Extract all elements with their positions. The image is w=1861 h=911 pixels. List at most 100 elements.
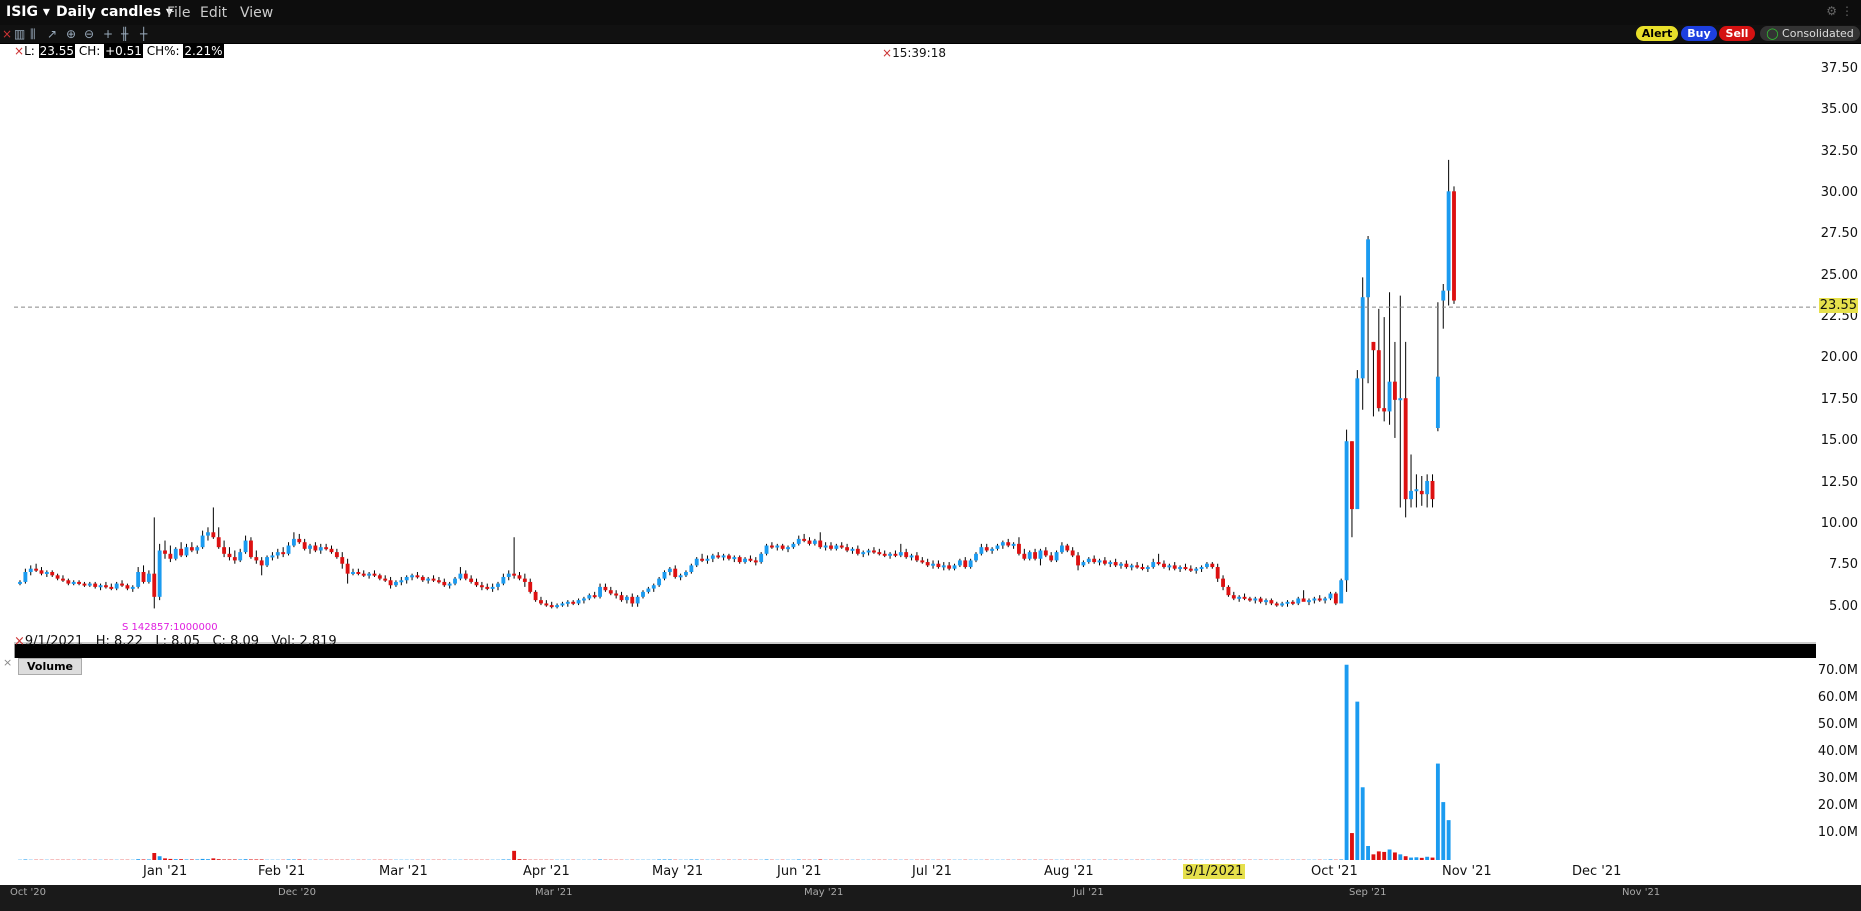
candle-body — [1151, 562, 1156, 568]
candle-body — [388, 580, 393, 586]
exchange-selector[interactable]: ◯ Consolidated — [1760, 26, 1860, 41]
candle-body — [1307, 600, 1311, 603]
candle-body — [308, 545, 312, 549]
candle-body — [1145, 567, 1150, 570]
close-info-icon[interactable]: × — [14, 44, 24, 58]
candle-body — [1162, 563, 1166, 568]
volume-bar — [1382, 851, 1387, 860]
candle-body — [904, 552, 909, 558]
symbol-label: ISIG — [6, 4, 38, 20]
candle-body — [528, 581, 533, 592]
bar-chart-icon[interactable]: ⫼ — [30, 27, 36, 42]
quote-info: ×L: 23.55 CH: +0.51 CH%: 2.21% — [14, 44, 224, 60]
navigator-tick-label: Mar '21 — [535, 887, 573, 898]
time-tick-label: Mar '21 — [379, 864, 428, 879]
alert-button[interactable]: Alert — [1636, 26, 1678, 41]
candle-body — [1387, 381, 1392, 412]
candle-body — [1452, 191, 1456, 301]
close-label: C: — [212, 634, 226, 649]
buy-button[interactable]: Buy — [1681, 26, 1717, 41]
volume-bar — [1387, 849, 1392, 860]
ohlc-icon[interactable]: ┼ — [140, 27, 147, 41]
candle-body — [1043, 550, 1048, 556]
candle-body — [442, 581, 447, 586]
candle-body — [270, 555, 275, 558]
candle-body — [351, 572, 355, 574]
interval-selector[interactable]: Daily candles ▾ — [56, 4, 173, 20]
candle-body — [420, 576, 425, 581]
menu-edit[interactable]: Edit — [200, 5, 227, 21]
volume-bar — [1344, 664, 1349, 860]
candle-body — [136, 572, 141, 587]
candle-body — [710, 555, 715, 559]
sell-button[interactable]: Sell — [1719, 26, 1755, 41]
candle-body — [501, 576, 506, 584]
candle-body — [812, 540, 817, 544]
price-axis[interactable]: 37.50 35.00 32.50 30.00 27.50 25.00 22.50 20.00… — [1816, 44, 1861, 860]
candle-body — [592, 595, 597, 598]
candle-body — [630, 596, 635, 604]
settings-icon[interactable]: ⚙ — [1826, 4, 1837, 18]
candle-body — [1081, 562, 1086, 566]
close-volume-icon[interactable]: × — [3, 656, 12, 669]
candle-body — [61, 578, 65, 581]
close-ohlc-icon[interactable]: × — [14, 634, 25, 649]
candle-body — [624, 596, 629, 601]
candle-body — [882, 553, 887, 556]
zoom-out-icon[interactable]: ⊖ — [84, 27, 94, 41]
candle-body — [549, 605, 554, 608]
candle-body — [565, 601, 570, 604]
crosshair-icon[interactable]: + — [103, 27, 113, 41]
candle-body — [399, 580, 404, 583]
window-options-icon[interactable]: ⋮ — [1841, 4, 1853, 18]
candle-body — [743, 558, 747, 563]
draw-tool-icon[interactable]: ↗ — [47, 27, 57, 41]
navigator-tick-label: May '21 — [804, 887, 844, 898]
low-label: L: — [155, 634, 167, 649]
candle-body — [1285, 601, 1290, 604]
volume-pane[interactable] — [14, 658, 1816, 861]
candle-body — [1376, 350, 1381, 409]
candle-body — [1339, 580, 1344, 604]
volume-bar — [1366, 845, 1371, 860]
candle-body — [426, 578, 431, 581]
candle-body — [1129, 565, 1134, 568]
time-tick-label: Dec '21 — [1572, 864, 1622, 879]
candle-body — [957, 560, 962, 566]
candle-body — [103, 585, 108, 588]
navigator-bar[interactable]: Oct '20 Dec '20 Mar '21 May '21 Jul '21 Sep '… — [0, 885, 1861, 911]
close-icon[interactable]: × — [2, 27, 12, 41]
candle-body — [1006, 542, 1011, 546]
candle-body — [1441, 290, 1446, 301]
candle-body — [727, 555, 731, 559]
price-chart-area[interactable] — [14, 44, 1816, 644]
candle-body — [984, 547, 989, 551]
candle-body — [184, 547, 189, 556]
menu-view[interactable]: View — [240, 5, 273, 21]
candle-icon[interactable]: ╫ — [121, 27, 128, 41]
candle-body — [614, 593, 619, 596]
candle-body — [678, 575, 683, 578]
symbol-selector[interactable]: ISIG ▾ — [6, 4, 50, 20]
menu-file[interactable]: File — [167, 5, 190, 21]
chart-type-icon[interactable]: ▥ — [14, 27, 25, 41]
last-label: L: — [24, 44, 35, 58]
candle-body — [1205, 563, 1209, 568]
price-tick-label: 5.00 — [1829, 598, 1858, 614]
candle-body — [753, 560, 758, 563]
candle-body — [952, 565, 957, 569]
candle-body — [995, 545, 1000, 549]
candle-body — [931, 563, 935, 566]
zoom-in-icon[interactable]: ⊕ — [66, 27, 76, 41]
close-time-icon[interactable]: × — [882, 46, 892, 60]
candle-body — [619, 595, 624, 601]
price-tick-label: 30.00 — [1820, 184, 1858, 200]
candle-body — [834, 545, 839, 549]
candle-body — [1086, 558, 1091, 563]
candle-body — [855, 548, 860, 554]
title-bar: ISIG ▾ Daily candles ▾ File Edit View ⚙ … — [0, 0, 1861, 26]
split-annotation: S 142857:1000000 — [122, 622, 218, 633]
candle-body — [141, 572, 146, 582]
time-axis[interactable]: Jan '21 Feb '21 Mar '21 Apr '21 May '21 Jun '… — [0, 860, 1861, 885]
candle-body — [222, 547, 227, 554]
